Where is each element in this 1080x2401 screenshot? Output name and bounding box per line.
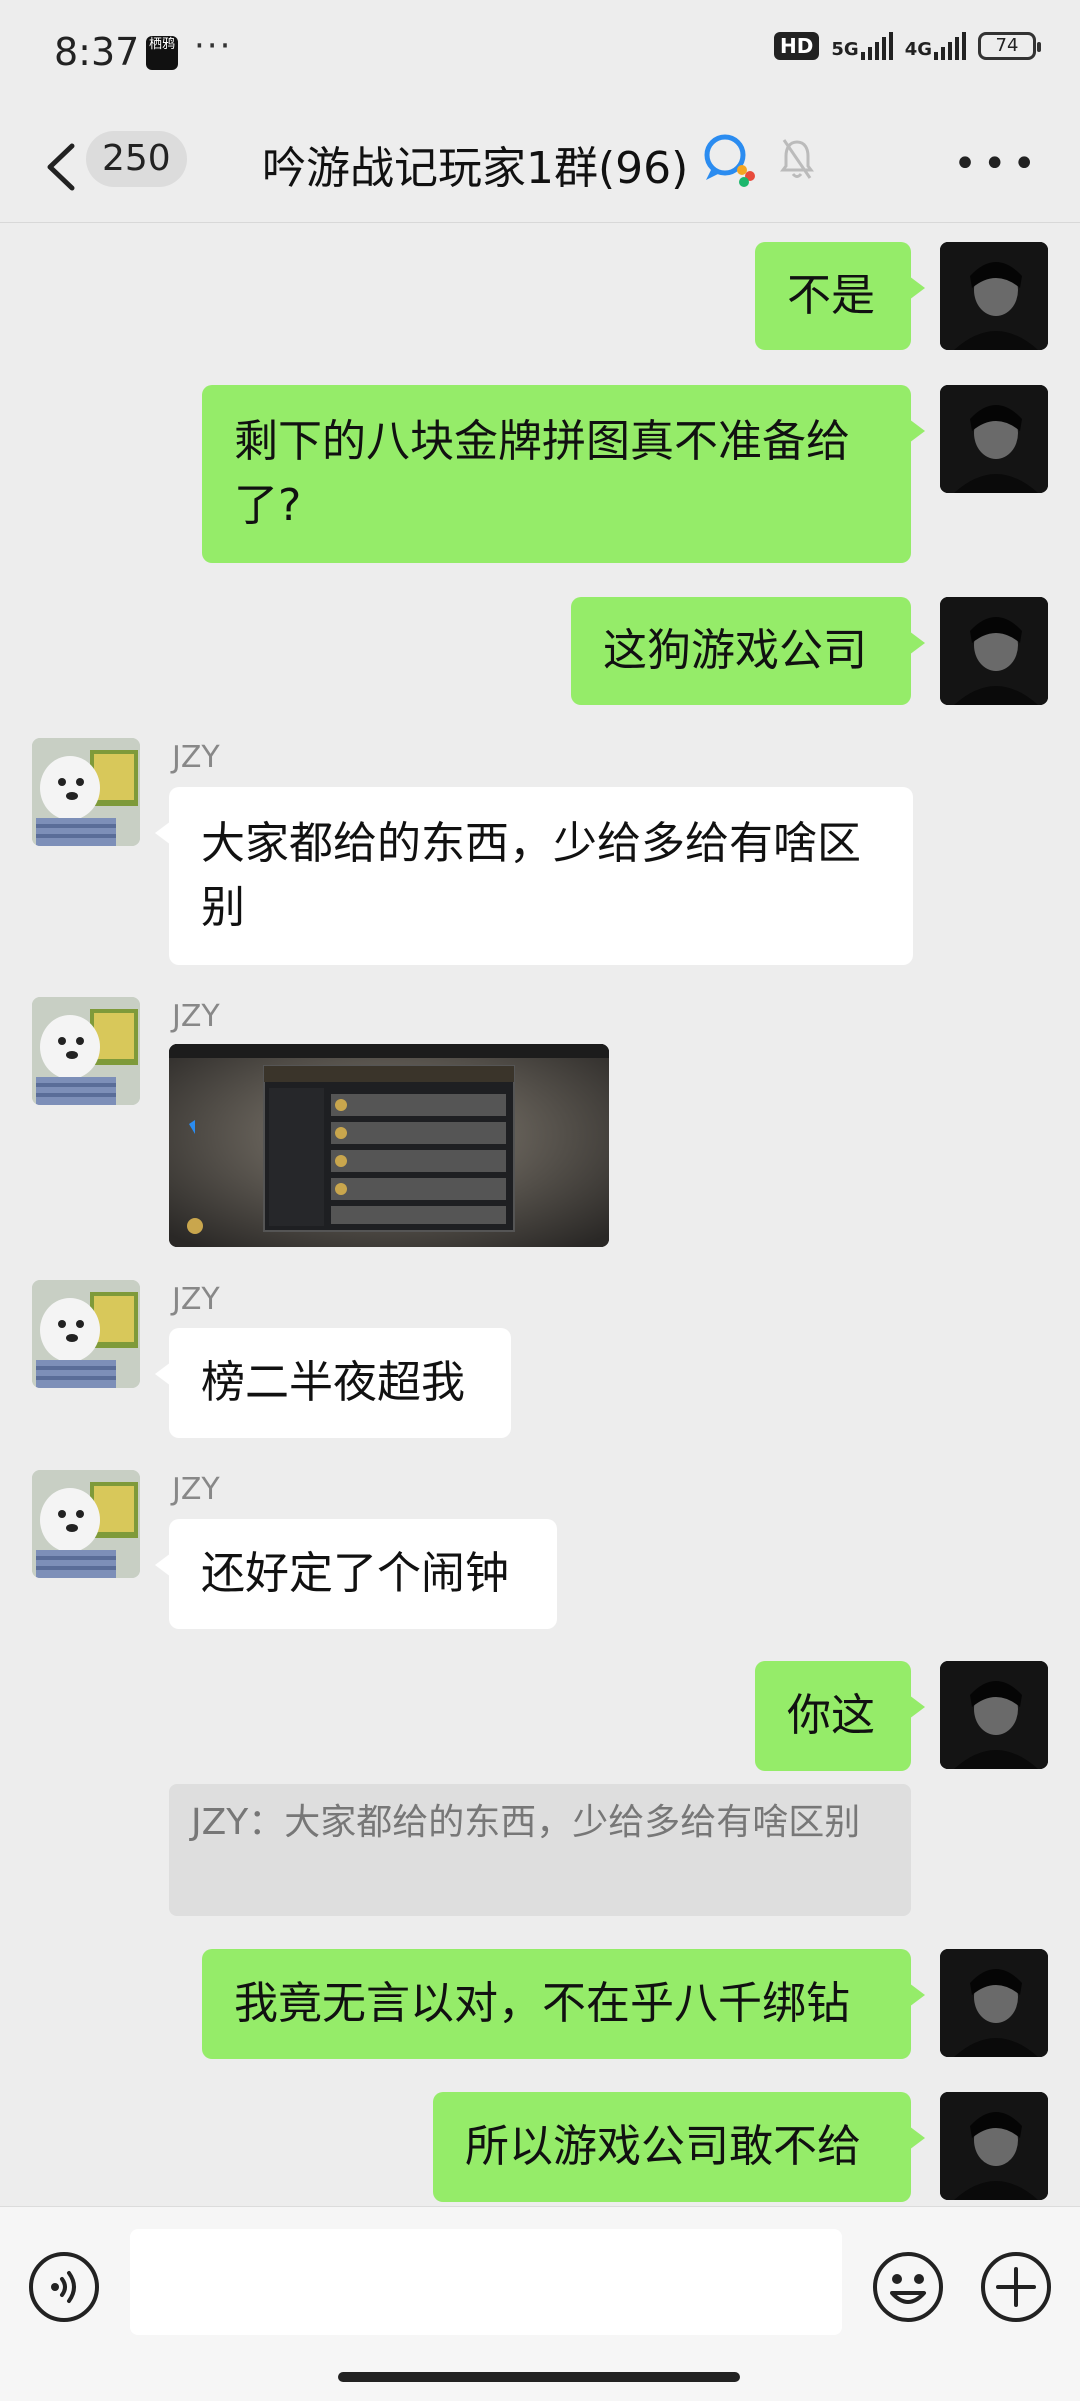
jzy-avatar[interactable] xyxy=(32,997,140,1105)
sender-name: JZY xyxy=(172,1282,220,1317)
self-avatar[interactable] xyxy=(940,597,1048,705)
message-bubble[interactable]: 大家都给的东西，少给多给有啥区别 xyxy=(155,787,913,965)
image-message[interactable] xyxy=(169,1044,609,1247)
message-bubble[interactable]: 我竟无言以对，不在乎八千绑钻 xyxy=(202,1949,925,2059)
battery-icon: 74 xyxy=(978,32,1041,60)
message-bubble[interactable]: 所以游戏公司敢不给 xyxy=(433,2092,925,2202)
header-divider xyxy=(0,222,1080,223)
jzy-avatar[interactable] xyxy=(32,1280,140,1388)
message-bubble[interactable]: 还好定了个闹钟 xyxy=(155,1519,557,1629)
enterprise-chat-icon xyxy=(704,134,755,187)
quoted-message[interactable]: JZY：大家都给的东西，少给多给有啥区别 xyxy=(169,1784,911,1916)
message-text-input[interactable] xyxy=(130,2229,842,2335)
plus-icon[interactable] xyxy=(980,2251,1052,2323)
mute-bell-icon xyxy=(780,139,814,179)
message-bubble[interactable]: 这狗游戏公司 xyxy=(571,597,925,705)
home-indicator[interactable] xyxy=(338,2372,740,2382)
voice-input-icon[interactable] xyxy=(28,2251,100,2323)
self-avatar[interactable] xyxy=(940,2092,1048,2200)
sender-name: JZY xyxy=(172,1472,220,1507)
jzy-avatar[interactable] xyxy=(32,738,140,846)
more-options-icon[interactable]: ••• xyxy=(953,144,1042,184)
status-time: 8:37 xyxy=(54,30,140,74)
self-avatar[interactable] xyxy=(940,1949,1048,2057)
app-notification-icon: 栖鸦 xyxy=(146,36,178,70)
sender-name: JZY xyxy=(172,999,220,1034)
sender-name: JZY xyxy=(172,740,220,775)
chat-title: 吟游战记玩家1群(96) xyxy=(262,143,689,194)
signal-4g-icon: 4G xyxy=(905,32,966,60)
message-bubble[interactable]: 你这 xyxy=(755,1661,925,1771)
system-icons: HD 5G 4G 74 xyxy=(774,32,1041,60)
chat-header: 250 吟游战记玩家1群(96) ••• xyxy=(0,110,1080,222)
emoji-icon[interactable] xyxy=(872,2251,944,2323)
unread-count-badge[interactable]: 250 xyxy=(86,131,187,187)
signal-5g-icon: 5G xyxy=(831,32,893,60)
self-avatar[interactable] xyxy=(940,1661,1048,1769)
message-bubble[interactable]: 榜二半夜超我 xyxy=(155,1328,511,1438)
more-notifications-indicator: ··· xyxy=(194,26,233,66)
status-bar: 8:37 栖鸦 ··· HD 5G 4G 74 xyxy=(0,0,1080,110)
message-bubble[interactable]: 剩下的八块金牌拼图真不准备给了? xyxy=(202,385,925,563)
message-bubble[interactable]: 不是 xyxy=(755,242,925,350)
jzy-avatar[interactable] xyxy=(32,1470,140,1578)
self-avatar[interactable] xyxy=(940,242,1048,350)
self-avatar[interactable] xyxy=(940,385,1048,493)
hd-voice-icon: HD xyxy=(774,32,820,60)
back-arrow-icon[interactable] xyxy=(38,132,88,202)
